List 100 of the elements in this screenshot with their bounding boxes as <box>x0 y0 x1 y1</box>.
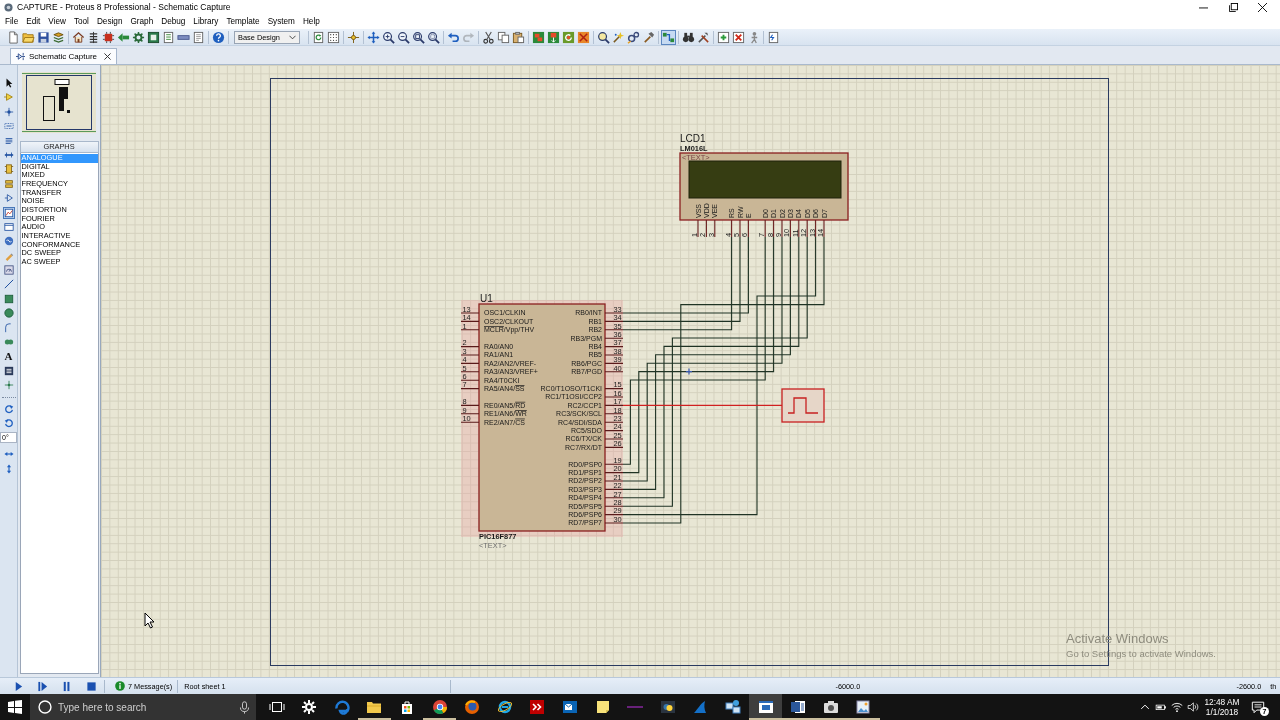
speaker-icon[interactable] <box>1187 701 1199 713</box>
menu-item[interactable]: Design <box>96 17 123 26</box>
lined-square-icon[interactable] <box>2 364 15 377</box>
ring-icon <box>38 700 52 714</box>
window-title: CAPTURE - Proteus 8 Professional - Schematic Capture <box>17 2 231 12</box>
app-icon <box>4 2 13 12</box>
sheet-overview[interactable] <box>22 72 96 133</box>
gear-icon <box>301 699 318 715</box>
meter-icon[interactable] <box>2 264 15 277</box>
save-icon[interactable] <box>36 29 51 45</box>
fin-icon <box>692 699 709 715</box>
terminal-icon[interactable] <box>2 177 15 190</box>
message-icon[interactable] <box>1251 700 1265 714</box>
menu-item[interactable]: Graph <box>130 17 154 26</box>
page-icon[interactable] <box>191 29 206 45</box>
block-copy-icon[interactable] <box>531 29 546 45</box>
menu-item[interactable]: Template <box>226 17 260 26</box>
clock-date[interactable]: 1/1/2018 <box>1204 707 1240 717</box>
picture-icon <box>855 699 872 715</box>
orb-icon <box>464 699 481 715</box>
lined-page-icon[interactable] <box>161 29 176 45</box>
dash-icon <box>627 706 644 708</box>
circle-icon[interactable] <box>2 307 15 320</box>
info-icon[interactable] <box>115 681 125 691</box>
taskbar-button[interactable] <box>749 694 782 720</box>
junction-icon[interactable] <box>2 105 15 118</box>
block-delete-icon[interactable] <box>576 29 591 45</box>
graph-icon[interactable] <box>2 206 15 219</box>
tab[interactable]: Schematic Capture <box>10 48 118 64</box>
wave-circle-icon[interactable] <box>2 235 15 248</box>
ringed-circle-icon <box>496 699 513 715</box>
menu-item[interactable]: Tool <box>73 17 89 26</box>
part-reference: LCD1 <box>680 133 706 144</box>
magic-wand-icon[interactable] <box>611 29 626 45</box>
hammer-icon[interactable] <box>641 29 656 45</box>
mouse-pointer-icon <box>144 612 155 629</box>
linked-rings-icon[interactable] <box>626 29 641 45</box>
board-icon[interactable] <box>146 29 161 45</box>
network-icon <box>725 699 741 715</box>
crosshair-icon[interactable] <box>346 29 361 45</box>
line-icon[interactable] <box>2 278 15 291</box>
circles-tile-icon <box>659 699 676 715</box>
refresh-icon[interactable] <box>311 29 326 45</box>
start-icon[interactable] <box>7 699 23 715</box>
microphone-icon[interactable] <box>238 700 251 714</box>
copy-icon[interactable] <box>496 29 511 45</box>
menu-item[interactable]: File <box>5 17 19 26</box>
note-icon <box>594 699 611 715</box>
wifi-icon[interactable] <box>1171 701 1183 713</box>
paste-icon[interactable] <box>511 29 526 45</box>
task-view-icon[interactable] <box>269 699 285 715</box>
layers-icon[interactable] <box>51 29 66 45</box>
swirl-icon <box>333 699 350 715</box>
subcircuit-icon[interactable] <box>2 163 15 176</box>
zoom-in-icon[interactable] <box>381 29 396 45</box>
chip-icon[interactable] <box>101 29 116 45</box>
magnifier-icon[interactable] <box>596 29 611 45</box>
schematic-icon <box>16 52 25 61</box>
window-icon[interactable] <box>2 220 15 233</box>
close-icon[interactable] <box>104 53 112 60</box>
caret-icon <box>289 34 296 40</box>
gear-icon[interactable] <box>131 29 146 45</box>
step-icon[interactable] <box>36 680 48 692</box>
menu-item[interactable]: Debug <box>161 17 186 26</box>
battery-icon[interactable] <box>1155 701 1167 713</box>
menu-item[interactable]: Edit <box>26 17 41 26</box>
home-icon[interactable] <box>71 29 86 45</box>
restore-icon[interactable] <box>1228 2 1238 12</box>
new-file-icon[interactable] <box>6 29 21 45</box>
marker-icon[interactable] <box>2 379 15 392</box>
menu-item[interactable]: Library <box>193 17 219 26</box>
block-rotate-icon[interactable] <box>561 29 576 45</box>
move-icon[interactable] <box>366 29 381 45</box>
add-sheet-icon[interactable] <box>716 29 731 45</box>
square-icon[interactable] <box>2 292 15 305</box>
text-tool-button[interactable]: A <box>2 350 15 363</box>
mail-tile-icon <box>562 699 579 715</box>
close-icon[interactable] <box>1258 2 1267 12</box>
search-field[interactable]: Type here to search <box>30 694 256 720</box>
menu-item[interactable]: Help <box>302 17 320 26</box>
grid-icon[interactable] <box>326 29 341 45</box>
camera-icon <box>822 699 839 715</box>
block-move-icon[interactable] <box>546 29 561 45</box>
rotate-clockwise-icon[interactable] <box>2 403 15 415</box>
chevron-tile-icon <box>529 699 546 715</box>
rotate-anticlockwise-icon[interactable] <box>2 417 15 430</box>
lightning-page-icon[interactable] <box>766 29 781 45</box>
help-icon[interactable] <box>211 29 226 45</box>
zoom-fit-icon[interactable] <box>411 29 426 45</box>
cut-icon[interactable] <box>481 29 496 45</box>
remove-sheet-icon[interactable] <box>731 29 746 45</box>
pin-icon[interactable] <box>2 192 15 205</box>
window-icon <box>757 699 774 715</box>
zoom-out-icon[interactable] <box>396 29 411 45</box>
clock-time[interactable]: 12:48 AM <box>1204 697 1240 707</box>
menu-item[interactable]: System <box>267 17 295 26</box>
zoom-area-icon[interactable] <box>426 29 441 45</box>
stop-icon[interactable] <box>85 680 97 692</box>
connection-icon[interactable] <box>661 29 676 45</box>
menu-item[interactable]: View <box>48 17 66 26</box>
